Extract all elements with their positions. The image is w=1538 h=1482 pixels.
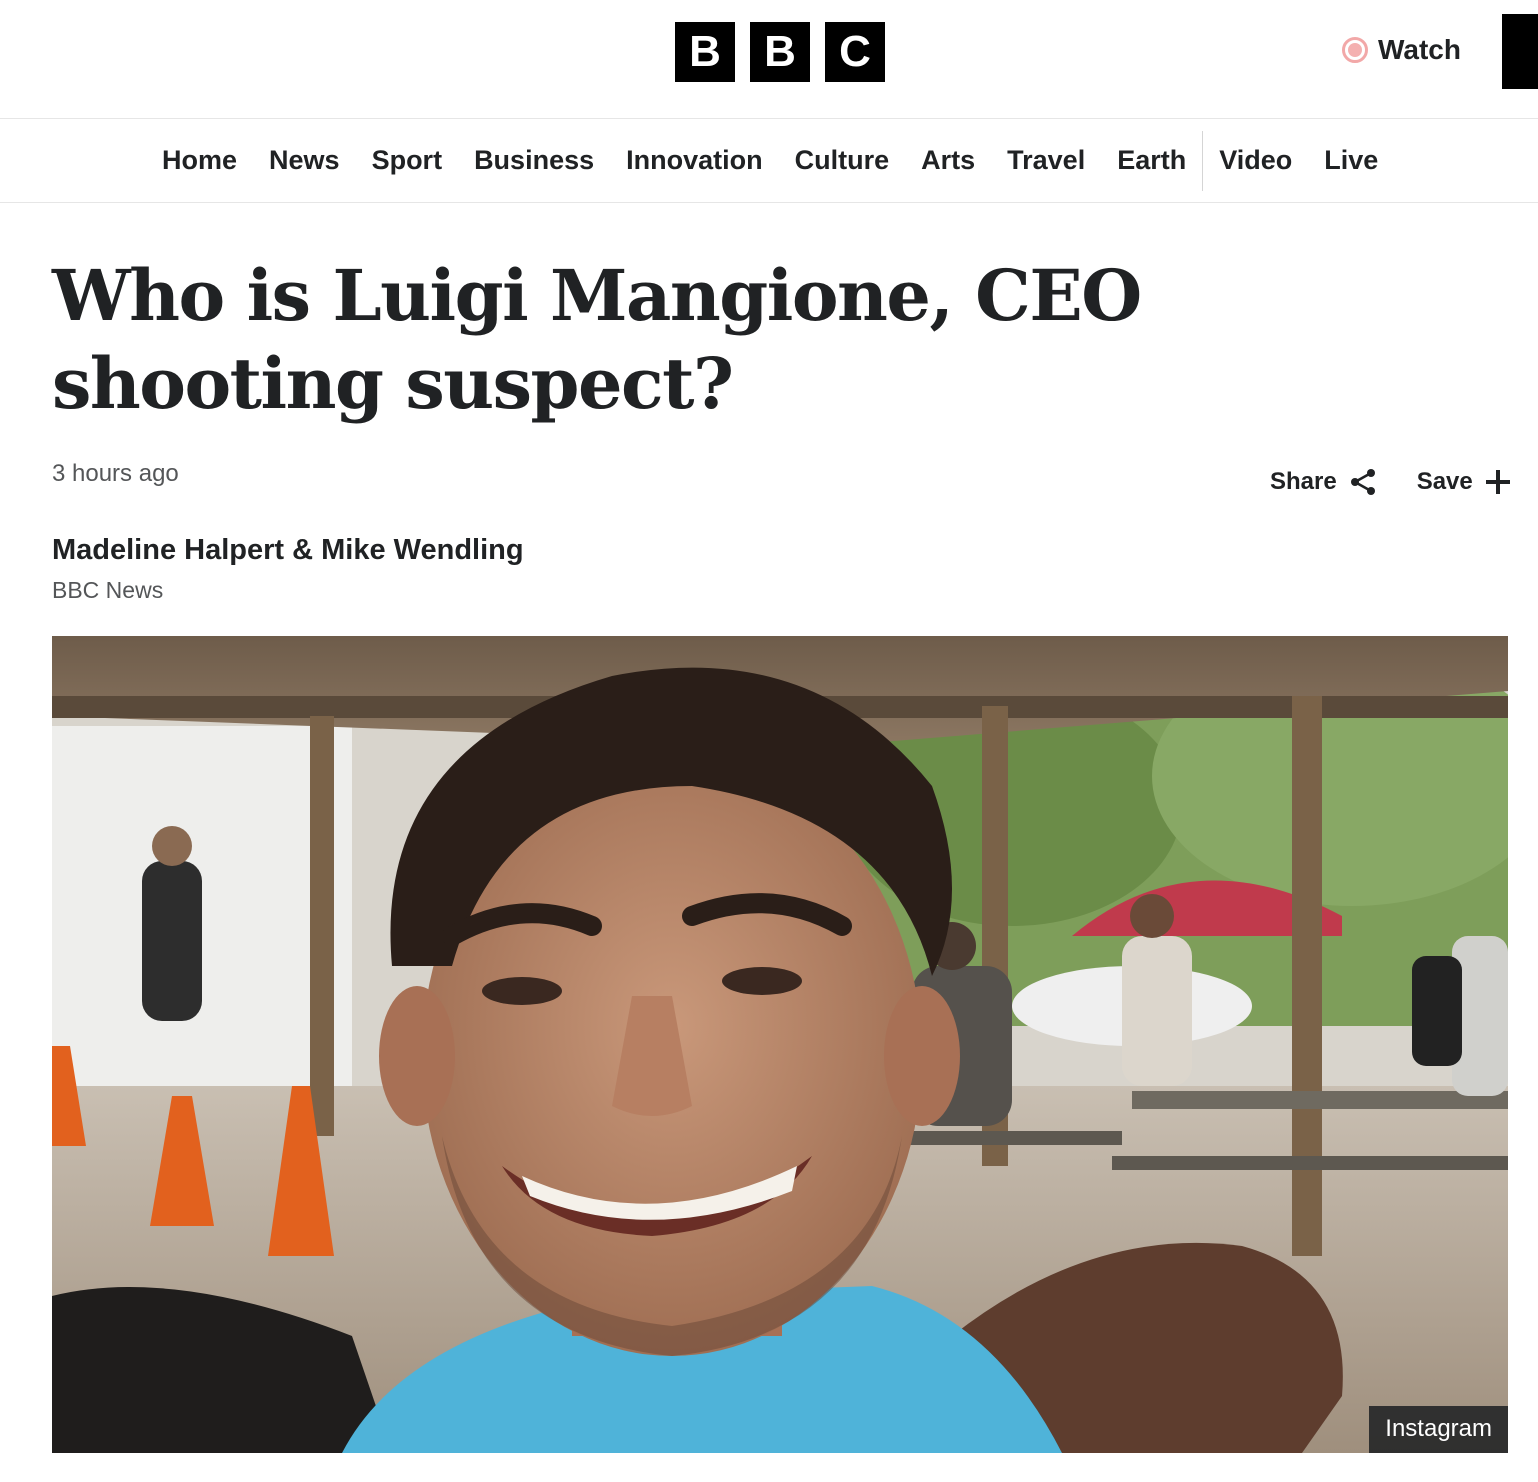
nav-item-earth[interactable]: Earth — [1101, 145, 1202, 176]
hero-image: Instagram — [52, 636, 1508, 1453]
nav-item-home[interactable]: Home — [146, 145, 253, 176]
article-timestamp: 3 hours ago — [52, 460, 179, 487]
save-label: Save — [1416, 468, 1473, 495]
save-button[interactable]: Save — [1417, 468, 1511, 496]
top-bar: B B C Watch — [0, 0, 1538, 119]
nav-item-video[interactable]: Video — [1203, 145, 1308, 176]
nav-list: Home News Sport Business Innovation Cult… — [146, 119, 1394, 202]
logo-letter-b1: B — [675, 22, 735, 82]
share-button[interactable]: Share — [1270, 468, 1377, 496]
author-names: Madeline Halpert & Mike Wendling — [52, 534, 524, 566]
account-button-edge[interactable] — [1502, 14, 1538, 89]
byline: Madeline Halpert & Mike Wendling BBC New… — [52, 534, 524, 604]
nav-item-arts[interactable]: Arts — [905, 145, 991, 176]
logo-letter-c: C — [825, 22, 885, 82]
main-navigation: Home News Sport Business Innovation Cult… — [0, 119, 1538, 203]
hero-photo-illustration — [52, 636, 1508, 1453]
image-credit: Instagram — [1369, 1406, 1508, 1453]
nav-item-travel[interactable]: Travel — [991, 145, 1101, 176]
nav-item-sport[interactable]: Sport — [356, 145, 459, 176]
live-dot-icon — [1342, 37, 1368, 63]
article-actions: Share Save — [1270, 468, 1511, 496]
nav-item-business[interactable]: Business — [458, 145, 610, 176]
watch-live-button[interactable]: Watch — [1342, 34, 1461, 66]
plus-icon — [1485, 470, 1510, 494]
watch-label: Watch — [1378, 34, 1461, 65]
share-label: Share — [1270, 468, 1337, 495]
share-icon — [1350, 469, 1375, 495]
nav-item-innovation[interactable]: Innovation — [610, 145, 779, 176]
author-outlet: BBC News — [52, 577, 164, 603]
bbc-logo[interactable]: B B C — [675, 22, 885, 82]
logo-letter-b2: B — [750, 22, 810, 82]
nav-item-news[interactable]: News — [253, 145, 356, 176]
article-headline: Who is Luigi Mangione, CEO shooting susp… — [52, 254, 1142, 425]
nav-item-live[interactable]: Live — [1308, 145, 1394, 176]
nav-item-culture[interactable]: Culture — [779, 145, 906, 176]
